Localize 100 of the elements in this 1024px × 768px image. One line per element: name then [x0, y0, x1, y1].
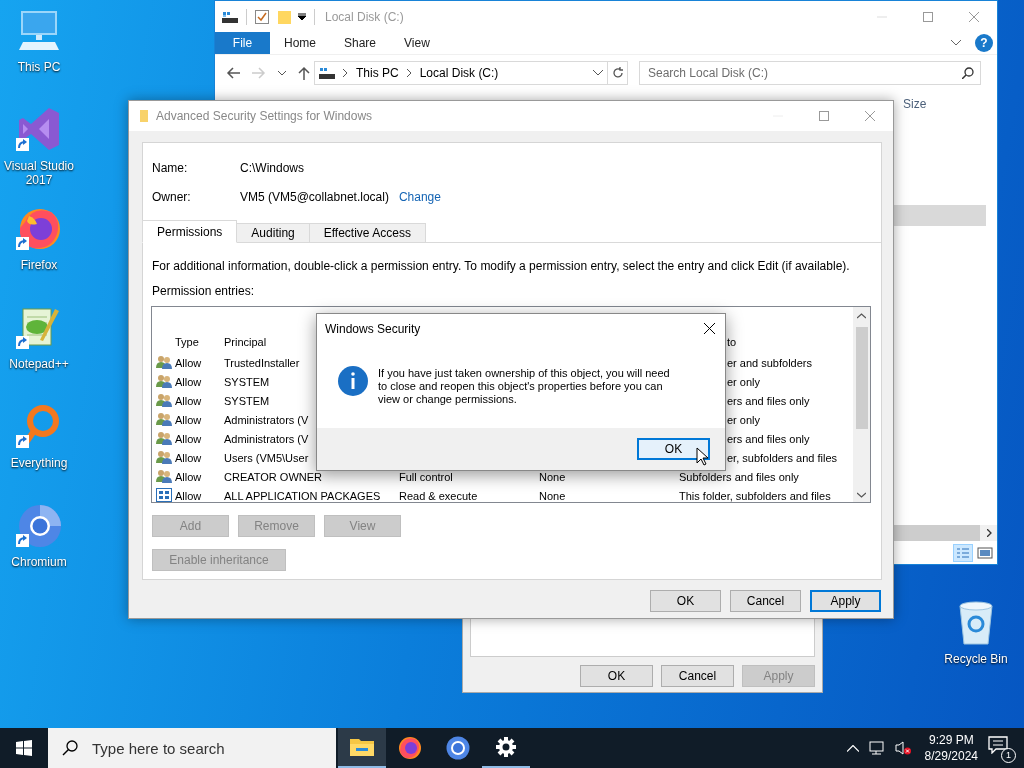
maximize-icon[interactable]: [923, 11, 933, 22]
breadcrumb-item[interactable]: This PC: [356, 66, 399, 80]
scrollbar-thumb[interactable]: [855, 327, 868, 429]
users-icon: [156, 354, 172, 369]
ribbon-tab[interactable]: Share: [330, 36, 391, 50]
search-box[interactable]: Search Local Disk (C:): [639, 61, 981, 85]
column-header[interactable]: Type: [175, 335, 199, 348]
table-cell: Read & execute: [399, 489, 478, 502]
users-icon: [156, 411, 172, 426]
window-title: Advanced Security Settings for Windows: [156, 109, 373, 123]
users-icon: [156, 449, 172, 464]
chevron-down-icon[interactable]: [951, 40, 961, 46]
table-cell: ALL APPLICATION PACKAGES: [224, 489, 381, 502]
field-label: Owner:: [152, 189, 192, 204]
chevron-icon[interactable]: [987, 529, 992, 537]
table-cell: Full control: [399, 470, 453, 483]
tab[interactable]: Permissions: [142, 220, 238, 243]
column-header[interactable]: Principal: [224, 335, 267, 348]
maximize-icon[interactable]: [819, 111, 829, 121]
table-cell: Subfolders and files only: [679, 470, 799, 483]
caret-icon[interactable]: [298, 12, 306, 21]
table-cell: er, subfolders and files: [727, 451, 838, 464]
clock-time[interactable]: 9:29 PM: [928, 732, 974, 748]
table-cell: This folder, subfolders and files: [679, 489, 831, 502]
icon-label: Chromium: [10, 555, 68, 569]
chromium-icon[interactable]: [446, 736, 470, 760]
dialog-button[interactable]: OK: [650, 590, 721, 612]
column-header[interactable]: to: [727, 335, 737, 348]
settings-icon[interactable]: [495, 736, 517, 758]
search-field[interactable]: Type here to search: [90, 738, 324, 758]
dialog-button[interactable]: OK: [580, 665, 653, 687]
scroll-down-icon[interactable]: [857, 492, 866, 498]
scrollbar-thumb[interactable]: [894, 525, 980, 541]
ribbon-tab[interactable]: Home: [270, 36, 330, 50]
message-text: If you have just taken ownership of this object, you will need to close and reopen this object's properties before you can view or change permissions.: [378, 367, 671, 406]
help-button[interactable]: ?: [975, 34, 993, 52]
network-icon[interactable]: [868, 741, 885, 755]
dialog-title: Windows Security: [325, 321, 421, 336]
icon-label: Notepad++: [8, 357, 70, 371]
ribbon-tab[interactable]: View: [390, 36, 444, 50]
table-cell: TrustedInstaller: [224, 356, 300, 369]
drive-icon[interactable]: [222, 10, 238, 23]
notification-icon[interactable]: [988, 736, 1008, 754]
users-icon: [156, 430, 172, 445]
chevron-icon[interactable]: [406, 69, 412, 77]
folder-icon: [140, 110, 148, 122]
drive-icon: [319, 67, 335, 79]
chevron-down-icon[interactable]: [593, 70, 603, 76]
recycle-bin-icon[interactable]: [956, 600, 996, 646]
up-arrow-icon[interactable]: [298, 66, 310, 80]
table-cell: Allow: [175, 432, 202, 445]
table-cell: Users (VM5\User: [224, 451, 309, 464]
checkbox-icon[interactable]: [255, 9, 269, 24]
thumbnail-view-icon[interactable]: [977, 545, 993, 560]
icon-label: Visual Studio 2017: [3, 159, 75, 187]
icon-label: Everything: [9, 456, 69, 470]
mouse-cursor-icon: [696, 447, 708, 466]
table-cell: SYSTEM: [224, 394, 270, 407]
muted-speaker-icon[interactable]: [894, 741, 911, 755]
table-cell: Allow: [175, 394, 202, 407]
close-icon[interactable]: [704, 323, 715, 334]
firefox-icon[interactable]: [398, 736, 422, 760]
column-header[interactable]: Size: [903, 96, 927, 111]
dialog-button[interactable]: Apply: [810, 590, 881, 612]
chevron-up-icon[interactable]: [846, 744, 859, 752]
info-icon: [338, 366, 368, 396]
folder-icon[interactable]: [350, 737, 374, 757]
dialog-button[interactable]: Cancel: [661, 665, 734, 687]
table-cell: ers and files only: [727, 394, 810, 407]
table-cell: Allow: [175, 356, 202, 369]
clock-date[interactable]: 8/29/2024: [924, 748, 978, 764]
dialog-button[interactable]: Cancel: [730, 590, 801, 612]
window-title: Local Disk (C:): [325, 9, 404, 24]
search-icon: [62, 740, 78, 756]
table-cell: er only: [727, 375, 761, 388]
search-box[interactable]: Type here to search: [48, 728, 336, 768]
table-cell: ers and files only: [727, 432, 810, 445]
scroll-up-icon[interactable]: [857, 313, 866, 319]
field-label: Name:: [152, 160, 189, 175]
field-value: VM5 (VM5@collabnet.local): [240, 189, 389, 204]
ok-button[interactable]: OK: [637, 438, 710, 460]
windows-logo-icon[interactable]: [16, 740, 32, 756]
table-cell: SYSTEM: [224, 375, 270, 388]
search-field[interactable]: Search Local Disk (C:): [646, 65, 962, 81]
table-cell: Administrators (V: [224, 413, 309, 426]
chevron-icon[interactable]: [343, 69, 348, 77]
tab[interactable]: Auditing: [236, 223, 310, 243]
caret-icon[interactable]: [278, 70, 286, 76]
back-arrow-icon[interactable]: [226, 67, 240, 79]
table-cell: er only: [727, 413, 761, 426]
file-tab[interactable]: File: [215, 32, 270, 54]
refresh-icon[interactable]: [611, 67, 624, 79]
table-cell: Allow: [175, 375, 202, 388]
tab[interactable]: Effective Access: [308, 223, 426, 243]
breadcrumb-item[interactable]: Local Disk (C:): [419, 66, 499, 80]
table-cell: Allow: [175, 489, 202, 502]
icon-label: Recycle Bin: [944, 652, 1008, 666]
field-value: C:\Windows: [240, 160, 304, 175]
change-link[interactable]: Change: [398, 189, 441, 204]
icon-label: This PC: [16, 60, 62, 74]
